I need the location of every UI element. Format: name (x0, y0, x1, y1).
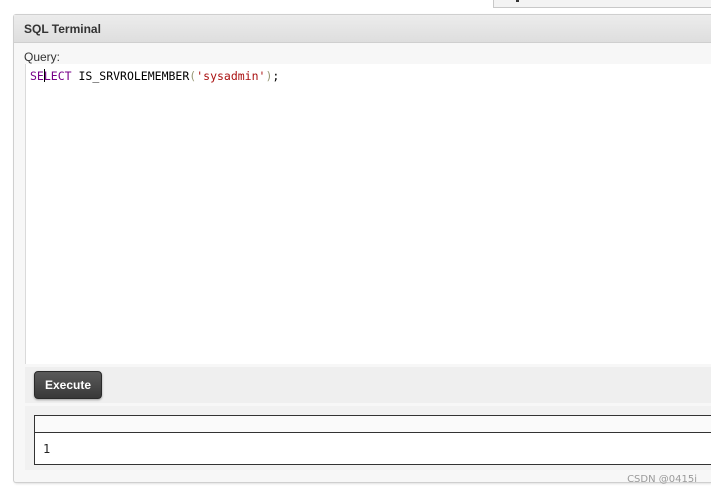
result-table: 1 (34, 415, 711, 465)
sql-keyword-part: SE (30, 69, 44, 83)
result-header-row (34, 415, 711, 433)
panel-header: SQL Terminal (14, 15, 711, 43)
code-line: SELECT IS_SRVROLEMEMBER('sysadmin'); (30, 69, 279, 83)
panel-title: SQL Terminal (24, 22, 101, 36)
result-area: 1 (25, 406, 711, 470)
action-bar: Execute (25, 367, 711, 403)
sql-function: IS_SRVROLEMEMBER (78, 69, 190, 83)
sql-keyword-part: LECT (43, 69, 72, 83)
table-row: 1 (34, 432, 711, 465)
result-column-header (34, 415, 711, 433)
top-tab-stub (493, 0, 711, 8)
query-label: Query: (24, 50, 61, 64)
sql-string: 'sysadmin' (196, 69, 266, 83)
watermark: CSDN @0415i (627, 474, 697, 485)
sql-terminal-panel: SQL Terminal Query: SELECT IS_SRVROLEMEM… (13, 14, 711, 483)
execute-button[interactable]: Execute (34, 371, 102, 399)
result-cell: 1 (34, 432, 711, 465)
query-editor[interactable]: SELECT IS_SRVROLEMEMBER('sysadmin'); (25, 64, 711, 364)
semicolon: ; (272, 69, 280, 83)
tab-icon (516, 0, 519, 2)
